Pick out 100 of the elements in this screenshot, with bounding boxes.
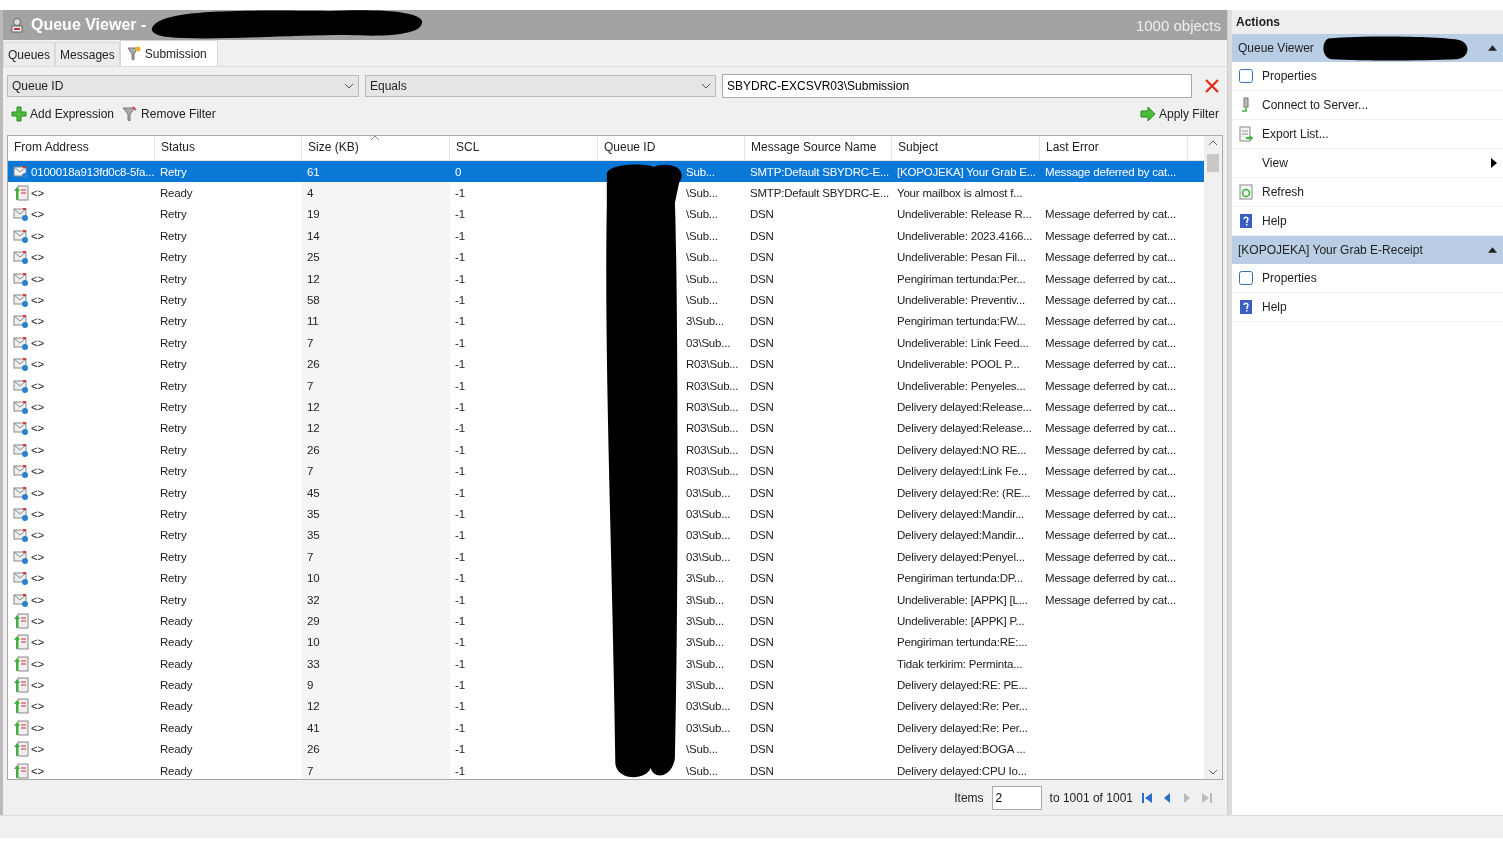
scl-cell: -1: [455, 614, 465, 627]
collapse-icon[interactable]: [1488, 45, 1497, 51]
error-cell: Message deferred by cat...: [1045, 165, 1176, 178]
table-row[interactable]: <> Retry 58 -1 \Sub... DSN Undeliverable: Preventiv... Message deferred by cat...: [8, 289, 1204, 311]
column-header[interactable]: SCL: [450, 136, 598, 160]
table-row[interactable]: <> Retry 12 -1 R03\Sub... DSN Delivery delayed:Release... Message deferred by cat...: [8, 417, 1204, 440]
column-header[interactable]: Subject: [892, 136, 1040, 160]
tab[interactable]: Submission: [119, 40, 218, 66]
action-item[interactable]: View: [1232, 149, 1503, 178]
status-cell: Retry: [160, 486, 187, 499]
field-dropdown[interactable]: Queue ID: [7, 75, 359, 97]
table-row[interactable]: 0100018a913fd0c8-5fa... Retry 61 0 Sub... SMTP:Default SBYDRC-E... [KOPOJEKA] Your Grab E... Message deferred by cat...: [8, 161, 1204, 183]
from-address-cell: <>: [31, 379, 45, 392]
table-row[interactable]: <> Retry 12 -1 \Sub... DSN Pengiriman tertunda:Per... Message deferred by cat...: [8, 267, 1204, 290]
table-row[interactable]: <> Retry 7 -1 R03\Sub... DSN Undeliverable: Penyeles... Message deferred by cat...: [8, 374, 1204, 397]
table-row[interactable]: <> Retry 11 -1 3\Sub... DSN Pengiriman tertunda:FW... Message deferred by cat...: [8, 310, 1204, 333]
items-label: Items: [954, 791, 984, 805]
table-row[interactable]: <> Ready 26 -1 \Sub... DSN Delivery delayed:BOGA ...: [8, 738, 1204, 760]
collapse-icon[interactable]: [1488, 247, 1497, 253]
source-cell: SMTP:Default SBYDRC-E...: [750, 187, 889, 200]
queue-id-cell: R03\Sub...: [686, 401, 739, 413]
table-row[interactable]: <> Ready 29 -1 3\Sub... DSN Undeliverable: [APPK] P...: [8, 610, 1204, 632]
queue-id-cell: R03\Sub...: [686, 422, 739, 435]
operator-dropdown[interactable]: Equals: [365, 75, 716, 97]
column-header[interactable]: Message Source Name: [745, 136, 892, 160]
table-row[interactable]: <> Ready 12 -1 03\Sub... DSN Delivery delayed:Re: Per...: [8, 695, 1204, 718]
table-row[interactable]: <> Retry 12 -1 R03\Sub... DSN Delivery delayed:Release... Message deferred by cat...: [8, 396, 1204, 418]
column-header[interactable]: Last Error: [1040, 136, 1188, 160]
table-row[interactable]: <> Retry 7 -1 03\Sub... DSN Delivery delayed:Penyel... Message deferred by cat...: [8, 546, 1204, 568]
source-cell: DSN: [750, 251, 774, 264]
action-item[interactable]: Properties: [1232, 62, 1503, 91]
table-row[interactable]: <> Ready 7 -1 \Sub... DSN Delivery delayed:CPU Io...: [8, 759, 1204, 779]
subject-cell: Pengiriman tertunda:DP...: [897, 572, 1023, 585]
table-row[interactable]: <> Ready 33 -1 3\Sub... DSN Tidak terkirim: Perminta...: [8, 653, 1204, 675]
apply-filter-button[interactable]: Apply Filter: [1135, 106, 1223, 122]
status-cell: Retry: [160, 379, 187, 392]
queue-id-cell: R03\Sub...: [686, 379, 739, 392]
help-icon: [1238, 299, 1254, 315]
status-cell: Ready: [160, 743, 193, 756]
column-header[interactable]: Status: [155, 136, 302, 160]
table-row[interactable]: <> Retry 25 -1 \Sub... DSN Undeliverable: Pesan Fil... Message deferred by cat...: [8, 246, 1204, 268]
subject-cell: Delivery delayed:Mandir...: [897, 529, 1025, 542]
table-row[interactable]: <> Retry 26 -1 R03\Sub... DSN Delivery delayed:NO RE... Message deferred by cat...: [8, 439, 1204, 461]
table-row[interactable]: <> Retry 10 -1 3\Sub... DSN Pengiriman tertunda:DP... Message deferred by cat...: [8, 567, 1204, 589]
column-header[interactable]: Size (KB): [302, 136, 450, 160]
add-expression-button[interactable]: Add Expression: [7, 106, 119, 122]
status-cell: Retry: [160, 229, 187, 242]
table-row[interactable]: <> Ready 9 -1 3\Sub... DSN Delivery delayed:RE: PE...: [8, 674, 1204, 696]
from-address-cell: <>: [31, 636, 45, 649]
action-item[interactable]: Connect to Server...: [1232, 91, 1503, 120]
table-row[interactable]: <> Retry 14 -1 \Sub... DSN Undeliverable: 2023.4166... Message deferred by cat...: [8, 225, 1204, 247]
action-label: Properties: [1262, 69, 1317, 83]
source-cell: DSN: [750, 593, 774, 606]
page-number-field[interactable]: 2: [991, 786, 1042, 810]
scl-cell: -1: [455, 187, 465, 200]
remove-filter-button[interactable]: Remove Filter: [118, 106, 220, 122]
size-cell: 32: [307, 593, 320, 606]
action-item[interactable]: Refresh: [1232, 178, 1503, 207]
table-row[interactable]: <> Retry 35 -1 03\Sub... DSN Delivery delayed:Mandir... Message deferred by cat...: [8, 503, 1204, 525]
table-row[interactable]: <> Retry 7 -1 03\Sub... DSN Undeliverable: Link Feed... Message deferred by cat...: [8, 332, 1204, 354]
subject-cell: Delivery delayed:Release...: [897, 401, 1032, 413]
filter-value-field[interactable]: SBYDRC-EXCSVR03\Submission: [722, 74, 1192, 98]
subject-cell: Delivery delayed:NO RE...: [897, 443, 1027, 456]
column-header[interactable]: From Address: [8, 136, 155, 160]
scl-cell: -1: [455, 486, 465, 499]
action-item[interactable]: Help: [1232, 293, 1503, 322]
queue-id-cell: 03\Sub...: [686, 529, 731, 542]
column-header[interactable]: Queue ID: [598, 136, 745, 160]
from-address-cell: <>: [31, 679, 45, 692]
table-row[interactable]: <> Retry 45 -1 03\Sub... DSN Delivery delayed:Re: (RE... Message deferred by cat...: [8, 481, 1204, 504]
table-row[interactable]: <> Retry 35 -1 03\Sub... DSN Delivery delayed:Mandir... Message deferred by cat...: [8, 524, 1204, 547]
scroll-up-icon[interactable]: [1208, 140, 1218, 146]
scrollbar[interactable]: [1204, 136, 1222, 779]
table-row[interactable]: <> Retry 19 -1 \Sub... DSN Undeliverable: Release R... Message deferred by cat...: [8, 203, 1204, 226]
source-cell: DSN: [750, 721, 774, 734]
table-row[interactable]: <> Ready 41 -1 03\Sub... DSN Delivery delayed:Re: Per...: [8, 717, 1204, 739]
action-item[interactable]: Export List...: [1232, 120, 1503, 149]
action-group-header[interactable]: Queue Viewer: [1232, 34, 1503, 62]
submenu-arrow-icon: [1491, 158, 1497, 168]
tab[interactable]: Queues: [3, 42, 56, 66]
from-address-cell: <>: [31, 187, 45, 200]
action-item[interactable]: Properties: [1232, 264, 1503, 293]
source-cell: DSN: [750, 315, 774, 328]
table-row[interactable]: <> Retry 32 -1 3\Sub... DSN Undeliverable: [APPK] [L... Message deferred by cat...: [8, 588, 1204, 611]
size-cell: 35: [307, 529, 320, 542]
subject-cell: Delivery delayed:CPU Io...: [897, 764, 1027, 777]
source-cell: DSN: [750, 272, 774, 285]
action-group-header[interactable]: [KOPOJEKA] Your Grab E-Receipt: [1232, 236, 1503, 264]
subject-cell: Undeliverable: Preventiv...: [897, 294, 1025, 307]
table-row[interactable]: <> Retry 26 -1 R03\Sub... DSN Undeliverable: POOL P... Message deferred by cat...: [8, 353, 1204, 375]
scroll-thumb[interactable]: [1207, 154, 1219, 172]
close-icon[interactable]: [1204, 78, 1220, 94]
size-cell: 12: [307, 401, 320, 413]
chevron-down-icon: [344, 83, 354, 89]
table-row[interactable]: <> Ready 10 -1 3\Sub... DSN Pengiriman tertunda:RE:...: [8, 631, 1204, 653]
tab[interactable]: Messages: [55, 42, 120, 66]
table-row[interactable]: <> Ready 4 -1 \Sub... SMTP:Default SBYDRC-E... Your mailbox is almost f...: [8, 182, 1204, 204]
table-row[interactable]: <> Retry 7 -1 R03\Sub... DSN Delivery delayed:Link Fe... Message deferred by cat...: [8, 460, 1204, 482]
scroll-down-icon[interactable]: [1208, 769, 1218, 775]
first-page-icon[interactable]: [1141, 792, 1153, 804]
